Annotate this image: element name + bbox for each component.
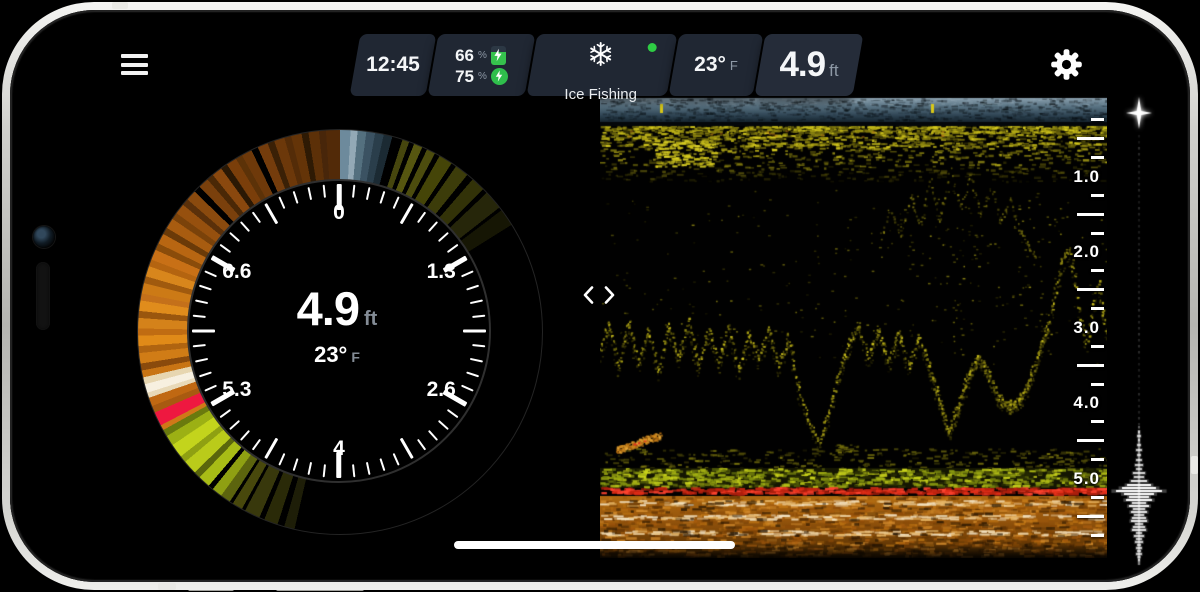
temperature-unit: F bbox=[730, 58, 738, 73]
depth-ruler-tick bbox=[1091, 118, 1104, 121]
antenna-band-right bbox=[1191, 456, 1198, 474]
depth-ruler-tick bbox=[1077, 288, 1104, 291]
depth-unit: ft bbox=[829, 61, 838, 81]
sonar-scroll-view[interactable] bbox=[600, 96, 1107, 558]
sonar-battery-row: 75 % bbox=[455, 68, 508, 85]
flasher-depth-unit: ft bbox=[364, 308, 377, 331]
depth-ruler: 1.0 2.0 3.0 4.0 5.0 bbox=[1040, 96, 1106, 564]
sonar-battery-icon bbox=[491, 68, 508, 85]
depth-ruler-tick bbox=[1091, 383, 1104, 386]
chevron-right-icon bbox=[606, 288, 613, 303]
depth-value: 4.9 bbox=[779, 45, 825, 85]
depth-ruler-tick bbox=[1091, 534, 1104, 537]
chevron-left-icon bbox=[585, 288, 592, 303]
flasher-temp-value: 23° bbox=[314, 342, 347, 368]
depth-ruler-tick bbox=[1091, 307, 1104, 310]
device-battery-unit: % bbox=[478, 50, 487, 61]
mode-label: Ice Fishing bbox=[564, 86, 637, 103]
a-scope-strip bbox=[1108, 90, 1170, 576]
statusbar-temperature-segment[interactable]: 23° F bbox=[669, 34, 764, 96]
flasher-temp-unit: F bbox=[351, 349, 360, 365]
statusbar-mode-segment[interactable]: Ice Fishing bbox=[527, 34, 678, 96]
depth-ruler-tick bbox=[1077, 515, 1104, 518]
statusbar-depth-segment[interactable]: 4.9 ft bbox=[755, 34, 864, 96]
depth-ruler-label: 1.0 bbox=[1073, 167, 1100, 187]
flasher-center-readout: 4.9 ft 23° F bbox=[187, 174, 487, 474]
connection-status-dot bbox=[648, 43, 657, 52]
depth-ruler-label: 2.0 bbox=[1073, 242, 1100, 262]
depth-ruler-label: 5.0 bbox=[1073, 469, 1100, 489]
depth-ruler-tick bbox=[1091, 496, 1104, 499]
sonar-battery-unit: % bbox=[478, 71, 487, 82]
depth-ruler-tick bbox=[1091, 269, 1104, 272]
sonar-battery-percent: 75 bbox=[455, 68, 474, 85]
statusbar-time-segment[interactable]: 12:45 bbox=[350, 34, 437, 96]
earpiece-speaker bbox=[36, 262, 50, 330]
depth-ruler-tick bbox=[1077, 439, 1104, 442]
depth-ruler-tick bbox=[1077, 137, 1104, 140]
antenna-band-top bbox=[112, 2, 128, 9]
depth-ruler-tick bbox=[1091, 458, 1104, 461]
settings-gear-icon[interactable] bbox=[1049, 47, 1084, 82]
time-text: 12:45 bbox=[366, 53, 420, 77]
depth-ruler-tick bbox=[1091, 345, 1104, 348]
device-battery-percent: 66 bbox=[455, 47, 474, 64]
snowflake-icon bbox=[588, 41, 614, 72]
flasher-dial: 01.32.645.36.6 4.9 ft 23° F bbox=[137, 129, 543, 535]
front-camera bbox=[33, 226, 55, 248]
phone-mockup: 12:45 66 % 75 % Ice Fishing 23° F bbox=[0, 0, 1200, 592]
depth-ruler-label: 3.0 bbox=[1073, 318, 1100, 338]
page-switcher[interactable] bbox=[582, 286, 616, 309]
menu-icon[interactable] bbox=[121, 54, 148, 80]
depth-ruler-tick bbox=[1091, 232, 1104, 235]
depth-ruler-tick bbox=[1091, 194, 1104, 197]
depth-ruler-tick bbox=[1077, 213, 1104, 216]
depth-ruler-label: 4.0 bbox=[1073, 393, 1100, 413]
device-battery-row: 66 % bbox=[455, 46, 508, 65]
home-indicator[interactable] bbox=[454, 541, 735, 549]
antenna-band-bottom bbox=[158, 583, 176, 590]
flasher-depth-value: 4.9 bbox=[297, 281, 359, 336]
device-battery-icon bbox=[491, 46, 506, 65]
depth-ruler-tick bbox=[1077, 364, 1104, 367]
depth-ruler-tick bbox=[1091, 156, 1104, 159]
statusbar-battery-segment[interactable]: 66 % 75 % bbox=[428, 34, 536, 96]
depth-ruler-tick bbox=[1091, 420, 1104, 423]
temperature-value: 23° bbox=[694, 53, 726, 77]
